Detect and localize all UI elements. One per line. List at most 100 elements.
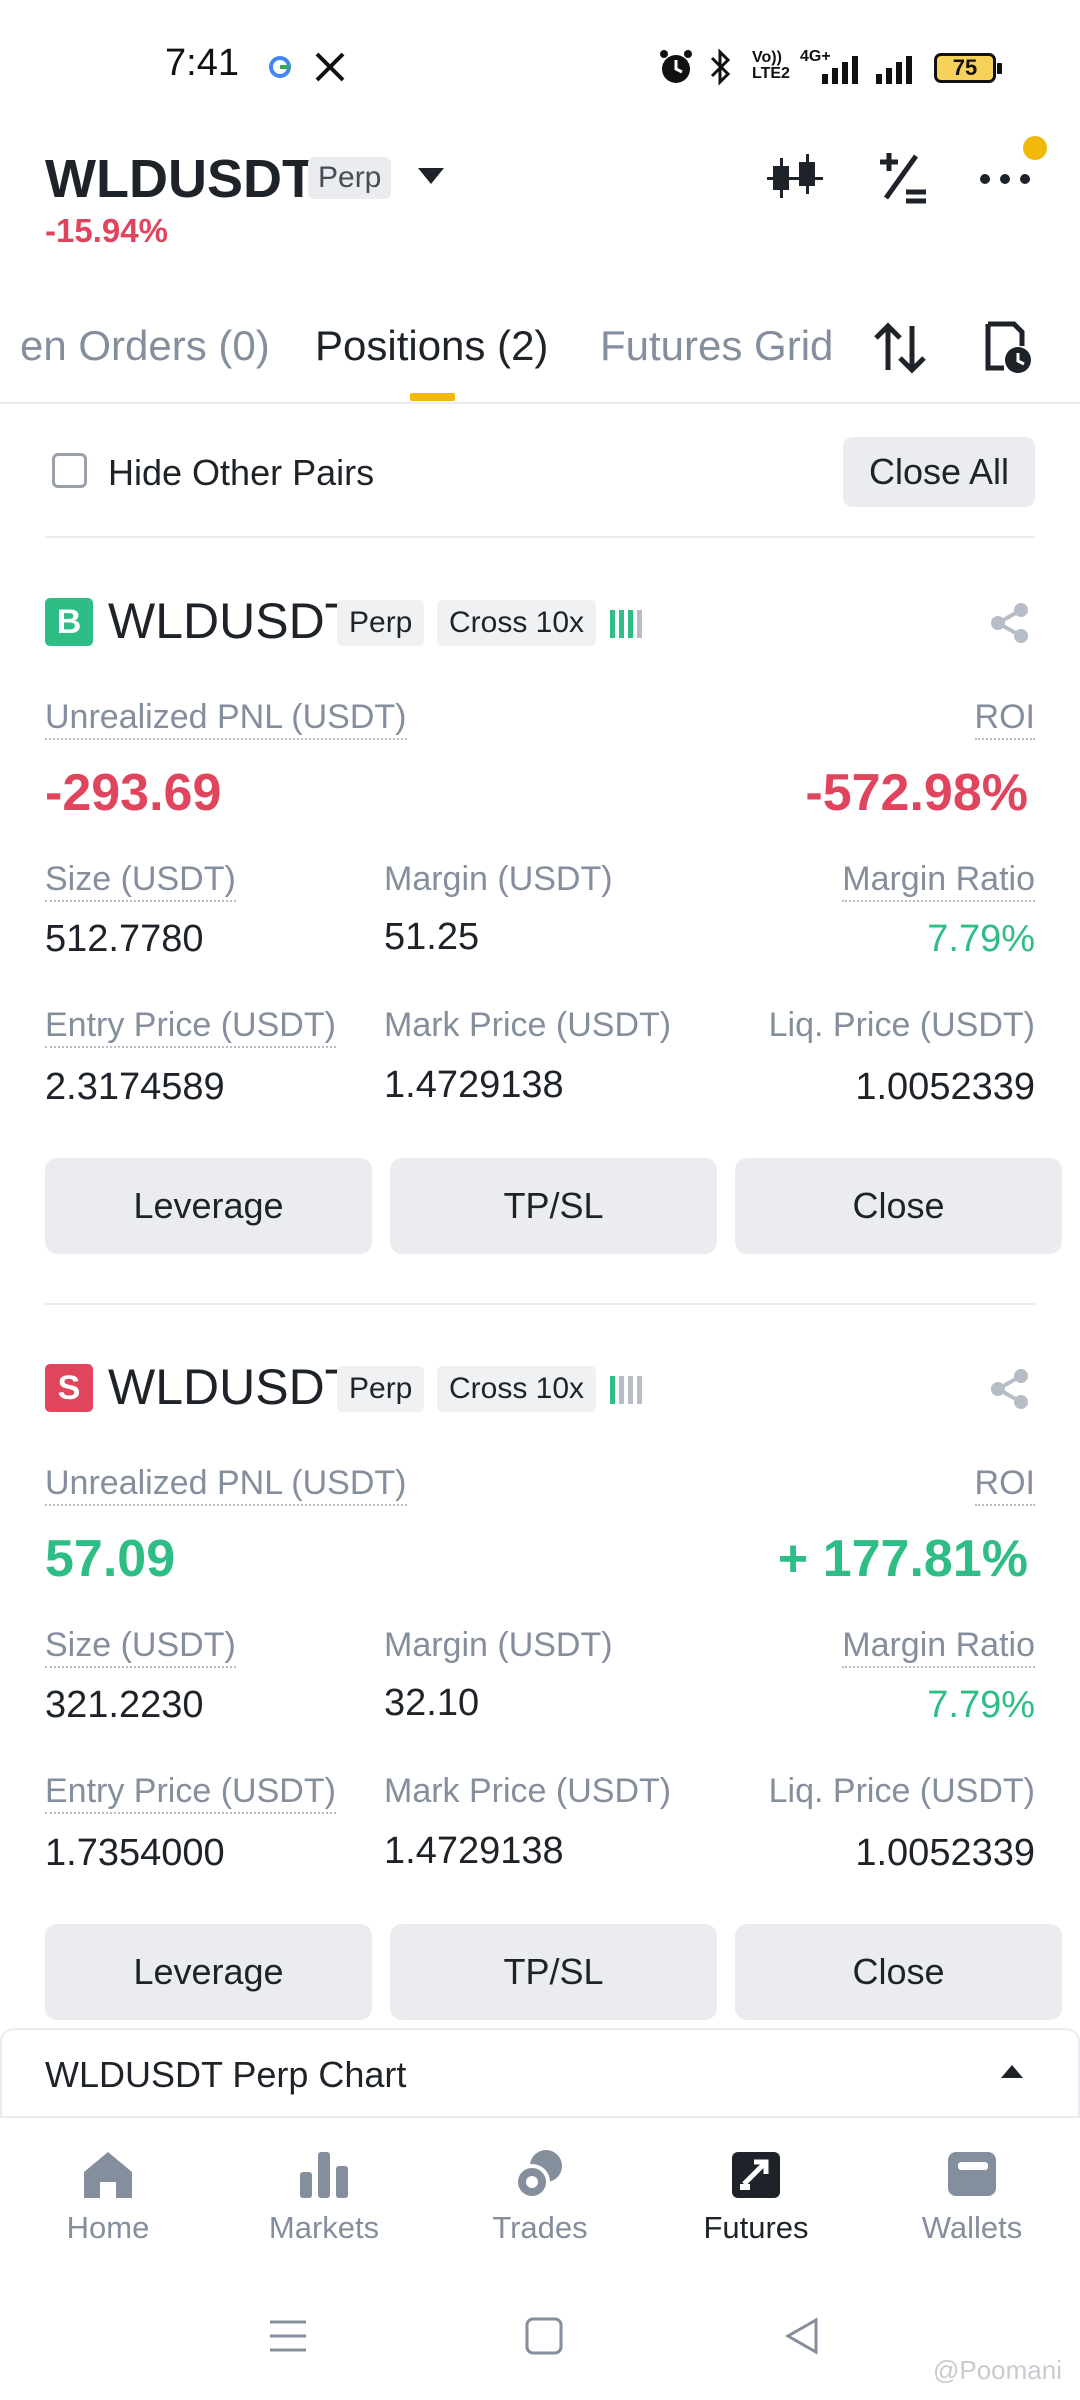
pnl-label[interactable]: Unrealized PNL (USDT) (45, 698, 407, 740)
nav-label: Home (66, 2210, 150, 2245)
x-app-icon (315, 52, 345, 82)
margin-ratio-label[interactable]: Margin Ratio (842, 860, 1035, 902)
pnl-label[interactable]: Unrealized PNL (USDT) (45, 1464, 407, 1506)
nav-home[interactable]: Home (28, 2148, 188, 2258)
position-card: S WLDUSDT Perp Cross 10x Unrealized PNL … (0, 1359, 1080, 2064)
size-value: 321.2230 (45, 1684, 204, 1726)
watermark: @Poomani (932, 2355, 1062, 2385)
margin-ratio-label[interactable]: Margin Ratio (842, 1626, 1035, 1668)
liq-price-value: 1.0052339 (855, 1066, 1035, 1108)
share-icon[interactable] (988, 1367, 1032, 1411)
markets-icon (300, 2152, 348, 2198)
size-label[interactable]: Size (USDT) (45, 860, 236, 902)
alarm-icon (660, 50, 692, 83)
close-position-button[interactable]: Close (735, 1158, 1062, 1254)
roi-label[interactable]: ROI (974, 1464, 1035, 1506)
tab-open-orders[interactable]: en Orders (0) (20, 322, 270, 370)
notification-dot (1023, 136, 1047, 160)
size-label[interactable]: Size (USDT) (45, 1626, 236, 1668)
liq-price-label: Liq. Price (USDT) (768, 1006, 1035, 1044)
home-square-icon[interactable] (524, 2316, 564, 2356)
more-icon[interactable] (975, 148, 1035, 208)
margin-ratio-value: 7.79% (927, 1684, 1035, 1726)
battery-indicator: 75 (934, 53, 1002, 83)
nav-futures[interactable]: Futures (676, 2148, 836, 2258)
home-icon (84, 2152, 132, 2198)
bluetooth-icon (710, 48, 731, 86)
back-icon[interactable] (782, 2316, 822, 2356)
symbol-title[interactable]: WLDUSDT (45, 148, 315, 210)
close-all-button[interactable]: Close All (843, 437, 1035, 507)
tab-positions[interactable]: Positions (2) (315, 322, 548, 370)
margin-ratio-value: 7.79% (927, 918, 1035, 960)
mark-price-label: Mark Price (USDT) (384, 1006, 672, 1044)
adl-indicator-icon (610, 1376, 642, 1404)
type-chip: Perp (337, 600, 425, 646)
margin-label: Margin (USDT) (384, 1626, 613, 1664)
divider (45, 1303, 1035, 1305)
nav-wallets[interactable]: Wallets (892, 2148, 1052, 2258)
signal-icon (822, 56, 858, 84)
nav-label: Trades (492, 2210, 588, 2245)
position-card: B WLDUSDT Perp Cross 10x Unrealized PNL … (0, 593, 1080, 1298)
price-change: -15.94% (45, 212, 168, 249)
hide-other-pairs-checkbox[interactable] (52, 453, 87, 488)
margin-label: Margin (USDT) (384, 860, 613, 898)
nav-trades[interactable]: Trades (460, 2148, 620, 2258)
sort-icon[interactable] (870, 318, 930, 378)
chevron-down-icon[interactable] (418, 168, 444, 184)
nav-label: Wallets (921, 2210, 1023, 2245)
leverage-button[interactable]: Leverage (45, 1924, 372, 2020)
adl-indicator-icon (610, 610, 642, 638)
roi-label[interactable]: ROI (974, 698, 1035, 740)
liq-price-label: Liq. Price (USDT) (768, 1772, 1035, 1810)
tp-sl-button[interactable]: TP/SL (390, 1924, 717, 2020)
entry-price-label[interactable]: Entry Price (USDT) (45, 1772, 336, 1814)
share-icon[interactable] (988, 601, 1032, 645)
chart-drawer-label: WLDUSDT Perp Chart (45, 2054, 407, 2095)
chevron-up-icon[interactable] (1001, 2065, 1023, 2078)
google-icon (269, 56, 291, 78)
nav-markets[interactable]: Markets (244, 2148, 404, 2258)
margin-mode-chip[interactable]: Cross 10x (437, 600, 597, 646)
mark-price-label: Mark Price (USDT) (384, 1772, 672, 1810)
history-icon[interactable] (976, 318, 1036, 378)
trades-icon (514, 2150, 562, 2200)
chart-drawer[interactable]: WLDUSDT Perp Chart (0, 2028, 1080, 2116)
perp-badge: Perp (308, 157, 392, 199)
volte-indicator: Vo)) LTE2 (752, 49, 790, 82)
leverage-button[interactable]: Leverage (45, 1158, 372, 1254)
menu-icon[interactable] (268, 2316, 308, 2356)
unrealized-pnl: 57.09 (45, 1530, 176, 1588)
tp-sl-button[interactable]: TP/SL (390, 1158, 717, 1254)
roi-value: -572.98% (805, 764, 1028, 822)
margin-mode-chip[interactable]: Cross 10x (437, 1366, 597, 1412)
tabs-row: en Orders (0) Positions (2) Futures Grid (0, 300, 1080, 404)
side-badge: B (45, 598, 93, 646)
entry-price-value: 1.7354000 (45, 1832, 225, 1874)
size-value: 512.7780 (45, 918, 204, 960)
signal-icon-2 (876, 56, 912, 84)
futures-icon (732, 2152, 780, 2198)
wallets-icon (948, 2152, 996, 2196)
close-position-button[interactable]: Close (735, 1924, 1062, 2020)
side-badge: S (45, 1364, 93, 1412)
mark-price-value: 1.4729138 (384, 1830, 564, 1872)
divider (45, 536, 1035, 538)
entry-price-value: 2.3174589 (45, 1066, 225, 1108)
position-symbol: WLDUSDT (108, 1359, 356, 1415)
unrealized-pnl: -293.69 (45, 764, 222, 822)
hide-other-pairs-label[interactable]: Hide Other Pairs (108, 452, 374, 494)
percent-icon[interactable] (872, 148, 932, 208)
entry-price-label[interactable]: Entry Price (USDT) (45, 1006, 336, 1048)
nav-label: Markets (268, 2210, 380, 2245)
system-nav-bar (0, 2276, 1080, 2400)
margin-value[interactable]: 51.25 (384, 916, 479, 959)
margin-value[interactable]: 32.10 (384, 1682, 479, 1725)
tab-futures-grid[interactable]: Futures Grid (600, 322, 833, 370)
status-time: 7:41 (165, 42, 239, 84)
candlestick-icon[interactable] (765, 148, 825, 208)
mark-price-value: 1.4729138 (384, 1064, 564, 1106)
position-symbol: WLDUSDT (108, 593, 356, 649)
type-chip: Perp (337, 1366, 425, 1412)
